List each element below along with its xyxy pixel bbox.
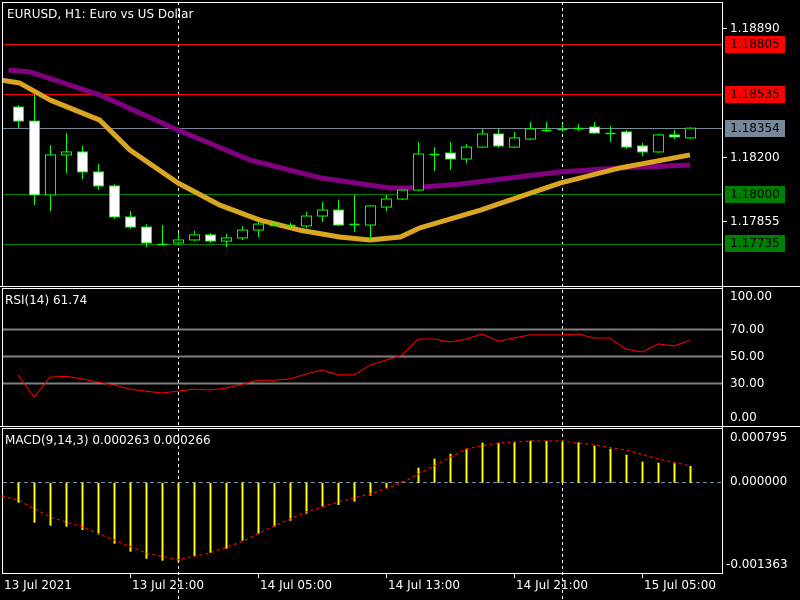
candle-bullish (509, 137, 520, 148)
rsi-tick-label: 30.00 (730, 376, 765, 390)
candle-bearish (621, 131, 632, 148)
candle-bearish (141, 226, 152, 244)
candle-bullish (173, 239, 184, 244)
candle-bullish (237, 229, 248, 239)
time-axis-label: 15 Jul 05:00 (644, 578, 716, 592)
candle-bearish (205, 234, 216, 242)
candle-bullish (189, 234, 200, 241)
macd-title: MACD(9,14,3) 0.000263 0.000266 (5, 433, 211, 447)
candle-bullish (525, 128, 536, 140)
resistance-level-tag: 1.18535 (725, 86, 785, 103)
candle-bearish (493, 133, 504, 147)
candle-bullish (317, 209, 328, 217)
price-tick-label: 1.18200 (730, 150, 780, 164)
rsi-tick-label: 50.00 (730, 349, 765, 363)
chart-canvas[interactable] (0, 0, 800, 600)
macd-tick-label: 0.000795 (730, 430, 788, 444)
support-level-tag: 1.17735 (725, 235, 785, 252)
fast-moving-average-line (3, 77, 691, 243)
candle-bullish (221, 237, 232, 242)
time-axis-label: 14 Jul 05:00 (260, 578, 332, 592)
support-level-tag: 1.18000 (725, 186, 785, 203)
price-tick-label: 1.17855 (730, 214, 780, 228)
candle-bearish (13, 106, 24, 122)
rsi-tick-label: 100.00 (730, 289, 772, 303)
candle-bearish (333, 209, 344, 226)
candle-bullish (253, 223, 264, 231)
candle-bullish (477, 133, 488, 148)
rsi-line (17, 333, 691, 398)
time-axis-label: 14 Jul 21:00 (516, 578, 588, 592)
rsi-tick-label: 70.00 (730, 322, 765, 336)
time-axis-label: 13 Jul 2021 (4, 578, 72, 592)
candle-bearish (589, 126, 600, 134)
candle-bearish (637, 145, 648, 153)
panel-frame (2, 2, 723, 287)
candle-bearish (77, 151, 88, 173)
candle-bullish (413, 153, 424, 191)
rsi-title: RSI(14) 61.74 (5, 293, 88, 307)
candle-bullish (381, 198, 392, 208)
candle-bearish (93, 171, 104, 187)
macd-tick-label: -0.001363 (726, 557, 788, 571)
candle-bullish (45, 154, 56, 196)
candle-bullish (61, 151, 72, 156)
candle-bearish (669, 134, 680, 138)
candle-bullish (397, 189, 408, 200)
candle-bearish (445, 152, 456, 160)
candle-bullish (653, 134, 664, 153)
macd-tick-label: 0.000000 (730, 474, 788, 488)
resistance-level-tag: 1.18805 (725, 36, 785, 53)
candle-bearish (29, 120, 40, 196)
bid-price-tag: 1.18354 (725, 120, 785, 137)
candle-bullish (461, 146, 472, 160)
price-tick-label: 1.18890 (730, 21, 780, 35)
candle-bearish (109, 185, 120, 218)
candle-bearish (125, 216, 136, 228)
macd-signal-line (1, 440, 691, 561)
panel-frame (2, 428, 723, 574)
candle-bullish (685, 127, 696, 139)
candle-bullish (365, 205, 376, 226)
time-axis-label: 14 Jul 13:00 (388, 578, 460, 592)
time-axis-label: 13 Jul 21:00 (132, 578, 204, 592)
chart-title: EURUSD, H1: Euro vs US Dollar (7, 7, 194, 21)
rsi-tick-label: 0.00 (730, 410, 757, 424)
candle-bullish (301, 215, 312, 227)
